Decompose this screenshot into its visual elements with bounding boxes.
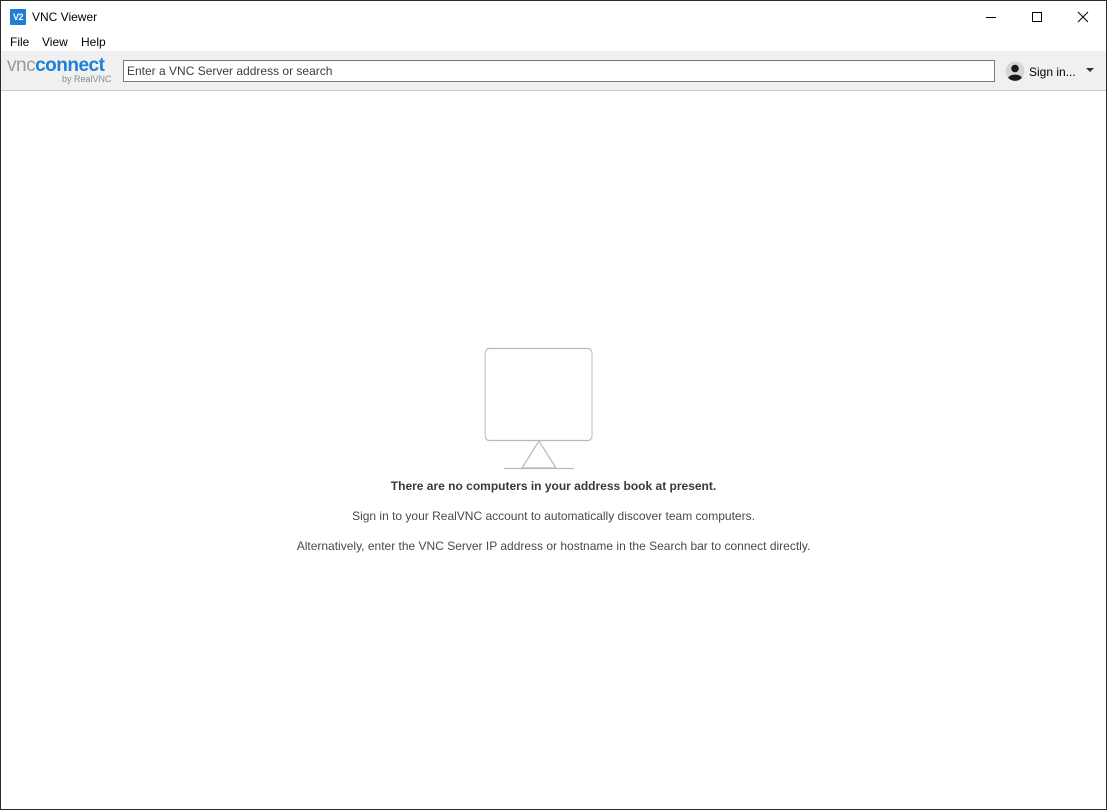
vnc-viewer-window: V2 VNC Viewer File View Help vncconnect [0, 0, 1107, 810]
toolbar: vncconnect by RealVNC Sign in... [1, 51, 1106, 91]
menu-help[interactable]: Help [81, 35, 106, 49]
empty-state-search-hint: Alternatively, enter the VNC Server IP a… [296, 539, 811, 553]
minimize-button[interactable] [968, 1, 1014, 32]
minimize-icon [986, 17, 996, 18]
window-title: VNC Viewer [32, 10, 98, 24]
close-icon [1077, 11, 1089, 23]
sign-in-label: Sign in... [1029, 65, 1076, 79]
sign-in-button[interactable]: Sign in... [1005, 61, 1097, 83]
address-book-area: There are no computers in your address b… [1, 91, 1106, 809]
menu-bar: File View Help [1, 32, 1106, 51]
empty-state-heading: There are no computers in your address b… [390, 479, 717, 493]
empty-state-signin-hint: Sign in to your RealVNC account to autom… [352, 509, 755, 523]
monitor-icon [484, 347, 593, 470]
logo-word-connect: connect [35, 55, 105, 76]
search-input[interactable] [123, 60, 995, 82]
caret-down-icon[interactable] [1085, 67, 1095, 73]
vnc-connect-logo: vncconnect by RealVNC [7, 55, 117, 87]
close-button[interactable] [1060, 1, 1106, 32]
title-bar[interactable]: V2 VNC Viewer [1, 1, 1106, 32]
app-icon: V2 [10, 9, 26, 25]
maximize-button[interactable] [1014, 1, 1060, 32]
maximize-icon [1032, 12, 1042, 22]
user-icon [1005, 61, 1025, 81]
logo-word-vnc: vnc [7, 55, 36, 76]
menu-view[interactable]: View [42, 35, 68, 49]
menu-file[interactable]: File [10, 35, 29, 49]
logo-byline: by RealVNC [62, 74, 112, 84]
